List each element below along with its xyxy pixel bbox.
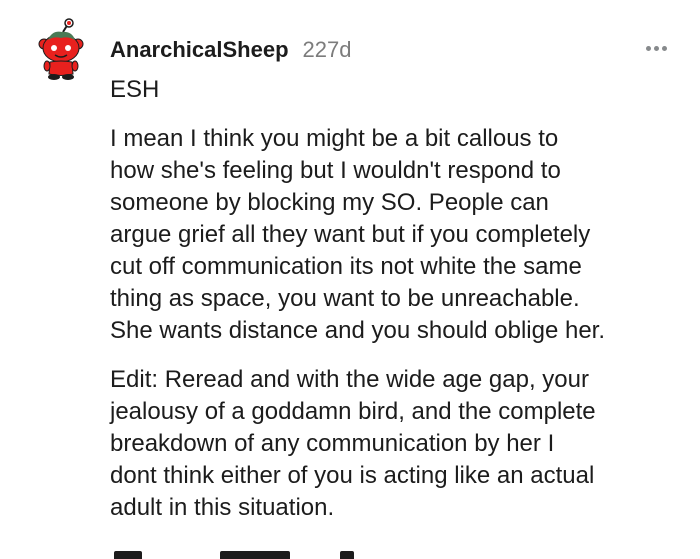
username[interactable]: AnarchicalSheep <box>110 37 289 63</box>
comment: AnarchicalSheep 227d ESH I mean I think … <box>0 0 700 559</box>
comment-paragraph: I mean I think you might be a bit callou… <box>110 125 606 344</box>
dot <box>645 45 651 51</box>
snoo-avatar-icon[interactable] <box>38 18 84 80</box>
reply-icon[interactable] <box>220 551 290 559</box>
comment-edit-paragraph: Edit: Reread and with the wide age gap, … <box>110 366 596 521</box>
comment-body: ESH I mean I think you might be a bit ca… <box>110 74 690 524</box>
dot <box>653 45 659 51</box>
dot <box>661 45 667 51</box>
upvote-icon[interactable] <box>114 551 142 559</box>
action-icon[interactable] <box>340 551 354 559</box>
comment-age: 227d <box>302 37 352 62</box>
more-options-icon[interactable] <box>636 38 676 58</box>
comment-verdict: ESH <box>110 76 160 103</box>
comment-actions-row <box>110 548 410 559</box>
comment-header: AnarchicalSheep 227d <box>110 33 351 67</box>
